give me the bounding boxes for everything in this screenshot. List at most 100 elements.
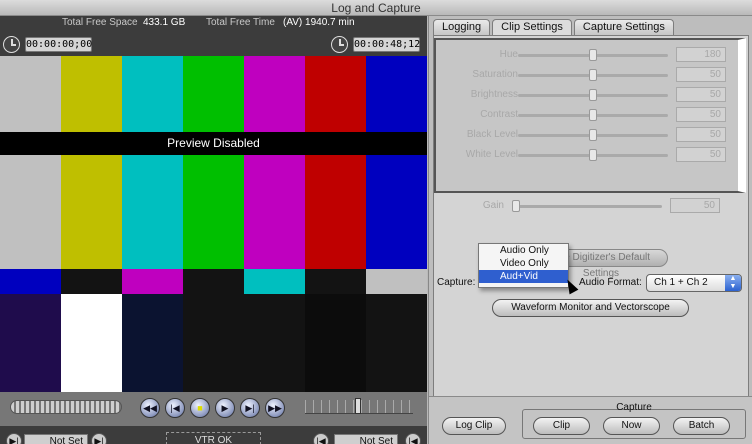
tab-bar: Logging Clip Settings Capture Settings — [433, 19, 676, 35]
gain-slider[interactable] — [512, 200, 662, 212]
slider-track[interactable] — [518, 109, 668, 121]
slider-row-brightness: Brightness 50 — [436, 87, 736, 103]
slider-label: Contrast — [480, 109, 518, 120]
free-time-value: (AV) 1940.7 min — [283, 17, 355, 28]
tab-clip-settings[interactable]: Clip Settings — [492, 19, 572, 35]
bars-bottom-swatch-5 — [305, 294, 366, 392]
mark-out-icon[interactable]: |◀ — [405, 433, 421, 444]
log-clip-button[interactable]: Log Clip — [442, 417, 506, 435]
clip-settings-body: Hue 180 Saturation 50 Brightness 50 Contrast 50… — [433, 35, 749, 435]
free-time-label: Total Free Time — [206, 17, 275, 28]
bars-top-swatch-4 — [244, 56, 305, 269]
capture-clip-button[interactable]: Clip — [533, 417, 590, 435]
capture-viewer: Total Free Space 433.1 GB Total Free Tim… — [0, 16, 427, 444]
slider-label: Brightness — [470, 89, 518, 100]
timecode-duration[interactable]: 00:00:00;00 — [25, 37, 92, 52]
slider-track[interactable] — [518, 149, 668, 161]
bars-top-swatch-2 — [122, 56, 183, 269]
timecode-row: 00:00:00;00 00:00:48;12 — [0, 36, 427, 54]
bars-mid-swatch-4 — [244, 269, 305, 294]
menu-item-audio-only[interactable]: Audio Only — [479, 244, 568, 257]
transport-controls: ◀◀ |◀ ■ ▶ ▶| ▶▶ — [0, 392, 427, 426]
bars-bottom-swatch-6 — [366, 294, 427, 392]
in-out-row: ▶| Not Set ▶| VTR OK |◀ Not Set |◀ — [0, 426, 427, 444]
settings-panel: Logging Clip Settings Capture Settings H… — [428, 16, 752, 444]
slider-label: Hue — [499, 49, 518, 60]
slider-row-contrast: Contrast 50 — [436, 107, 736, 123]
slider-value-field[interactable]: 50 — [676, 127, 726, 142]
slider-value-field[interactable]: 50 — [676, 147, 726, 162]
rewind-icon[interactable]: ◀◀ — [140, 398, 160, 418]
gain-value[interactable]: 50 — [670, 198, 720, 213]
color-bars-bottom — [0, 294, 427, 392]
disk-info-row: Total Free Space 433.1 GB Total Free Tim… — [0, 16, 427, 30]
menu-item-video-only[interactable]: Video Only — [479, 257, 568, 270]
slider-value-field[interactable]: 50 — [676, 87, 726, 102]
bars-mid-swatch-1 — [61, 269, 122, 294]
bars-top-swatch-6 — [366, 56, 427, 269]
capture-batch-button[interactable]: Batch — [673, 417, 730, 435]
bars-mid-swatch-3 — [183, 269, 244, 294]
slider-knob[interactable] — [589, 129, 597, 141]
bars-mid-swatch-0 — [0, 269, 61, 294]
bars-bottom-swatch-3 — [183, 294, 244, 392]
free-space-value: 433.1 GB — [143, 17, 186, 28]
slider-knob[interactable] — [589, 109, 597, 121]
slider-row-black-level: Black Level 50 — [436, 127, 736, 143]
slider-value-field[interactable]: 50 — [676, 107, 726, 122]
audio-format-select[interactable]: Ch 1 + Ch 2 ▲ ▼ — [646, 274, 742, 292]
audio-format-label: Audio Format: — [579, 277, 642, 288]
jog-control[interactable] — [10, 400, 122, 414]
capture-now-button[interactable]: Now — [603, 417, 660, 435]
gain-row: Gain 50 — [434, 198, 734, 214]
bars-bottom-swatch-0 — [0, 294, 61, 392]
slider-row-saturation: Saturation 50 — [436, 67, 736, 83]
vtr-status: VTR OK — [166, 432, 261, 444]
color-bars-top — [0, 56, 427, 269]
tab-logging[interactable]: Logging — [433, 19, 491, 35]
slider-track[interactable] — [518, 129, 668, 141]
slider-row-white-level: White Level 50 — [436, 147, 736, 163]
slider-track[interactable] — [518, 69, 668, 81]
bars-top-swatch-0 — [0, 56, 61, 269]
out-point-field[interactable]: Not Set — [334, 434, 398, 444]
bars-mid-swatch-5 — [305, 269, 366, 294]
go-to-out-icon[interactable]: |◀ — [313, 433, 329, 444]
slider-knob[interactable] — [589, 89, 597, 101]
bars-mid-swatch-2 — [122, 269, 183, 294]
bars-bottom-swatch-1 — [61, 294, 122, 392]
tab-capture-settings[interactable]: Capture Settings — [573, 19, 674, 35]
chevron-updown-icon: ▲ ▼ — [725, 275, 741, 291]
timecode-current[interactable]: 00:00:48;12 — [353, 37, 420, 52]
stop-icon[interactable]: ■ — [190, 398, 210, 418]
slider-knob[interactable] — [589, 149, 597, 161]
slider-track[interactable] — [518, 89, 668, 101]
slider-track[interactable] — [518, 49, 668, 61]
in-point-field[interactable]: Not Set — [24, 434, 88, 444]
duration-clock-icon — [3, 36, 20, 53]
slider-knob[interactable] — [589, 49, 597, 61]
color-bars-preview: Preview Disabled — [0, 56, 427, 392]
step-back-icon[interactable]: |◀ — [165, 398, 185, 418]
capture-mode-menu: Audio Only Video Only Aud+Vid — [478, 243, 569, 288]
menu-item-aud-vid[interactable]: Aud+Vid — [479, 270, 568, 283]
slider-knob[interactable] — [589, 69, 597, 81]
bars-top-swatch-3 — [183, 56, 244, 269]
current-time-clock-icon — [331, 36, 348, 53]
play-icon[interactable]: ▶ — [215, 398, 235, 418]
shuttle-control[interactable] — [305, 398, 413, 414]
slider-value-field[interactable]: 180 — [676, 47, 726, 62]
bars-bottom-swatch-2 — [122, 294, 183, 392]
mark-in-icon[interactable]: ▶| — [6, 433, 22, 444]
window-title: Log and Capture — [0, 0, 752, 16]
fast-forward-icon[interactable]: ▶▶ — [265, 398, 285, 418]
go-to-in-icon[interactable]: ▶| — [91, 433, 107, 444]
gain-label: Gain — [482, 200, 504, 211]
waveform-vectorscope-button[interactable]: Waveform Monitor and Vectorscope — [492, 299, 689, 317]
step-forward-icon[interactable]: ▶| — [240, 398, 260, 418]
gain-slider-knob[interactable] — [512, 200, 520, 212]
slider-value-field[interactable]: 50 — [676, 67, 726, 82]
capture-group-label: Capture — [616, 402, 652, 413]
slider-row-hue: Hue 180 — [436, 47, 736, 63]
shuttle-thumb[interactable] — [355, 398, 361, 414]
